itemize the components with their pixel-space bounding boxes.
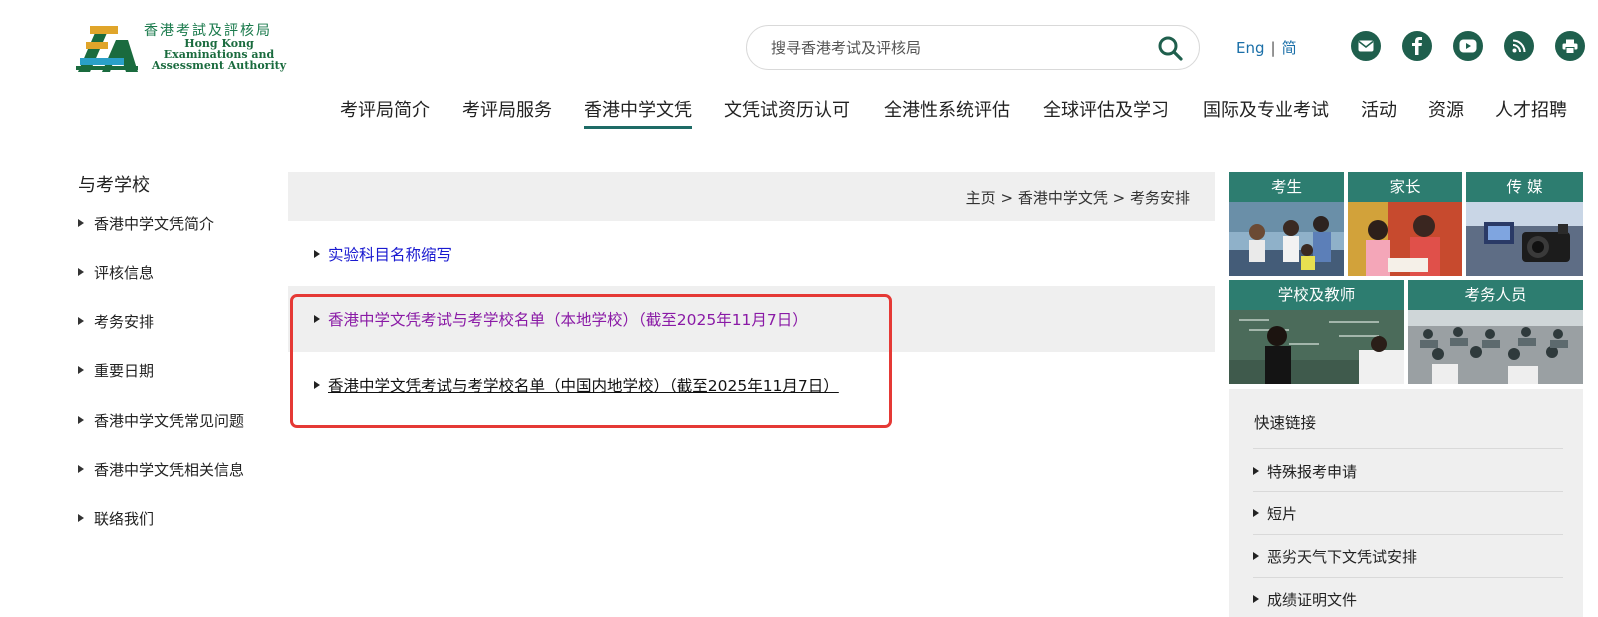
nav-item-tsa[interactable]: 全港性系统评估 [884,96,1010,122]
breadcrumb-home[interactable]: 主页 [966,189,996,207]
tile-schools-teachers[interactable]: 学校及教师 [1229,280,1404,384]
quick-link-label: 短片 [1267,505,1298,523]
quick-link-special-applications[interactable]: 特殊报考申请 [1253,461,1357,482]
schools-teachers-photo [1229,310,1404,384]
nav-item-careers[interactable]: 人才招聘 [1495,96,1567,122]
bullet-triangle-icon [78,267,84,276]
quick-link-label: 恶劣天气下文凭试安排 [1267,548,1418,566]
bullet-triangle-icon [314,314,320,323]
rss-icon[interactable] [1504,31,1534,61]
language-switcher: Eng | 简 [1236,37,1297,58]
lang-separator: | [1270,39,1276,57]
tile-media[interactable]: 传 媒 [1466,172,1583,276]
hkeaa-logo[interactable]: 香港考試及評核局 Hong Kong Examinations and Asse… [76,18,291,76]
tile-label: 传 媒 [1466,172,1583,202]
quick-links-panel: 快速链接 特殊报考申请 短片 恶劣天气下文凭试安排 成绩证明文件 [1229,389,1583,617]
hkeaa-logo-mark [76,26,138,72]
bullet-triangle-icon [314,380,320,389]
quick-link-label: 特殊报考申请 [1267,463,1358,481]
sidebar-item-label: 香港中学文凭常见问题 [94,412,245,430]
nav-item-services[interactable]: 考评局服务 [462,96,552,122]
content-link-label: 香港中学文凭考试与考学校名单（本地学校）（截至2025年11月7日） [328,311,808,329]
sidebar-item-label: 评核信息 [94,264,155,282]
sidebar-item-related-info[interactable]: 香港中学文凭相关信息 [78,459,244,480]
content-link-label: 香港中学文凭考试与考学校名单（中国内地学校）（截至2025年11月7日） [328,377,839,395]
sidebar-item-label: 重要日期 [94,362,155,380]
lang-simplified-link[interactable]: 简 [1282,39,1297,57]
search-icon[interactable] [1157,35,1183,61]
sidebar-item-faq[interactable]: 香港中学文凭常见问题 [78,410,244,431]
sidebar-item-hkdse-intro[interactable]: 香港中学文凭简介 [78,213,214,234]
nav-item-about[interactable]: 考评局简介 [340,96,430,122]
sidebar-title: 与考学校 [78,175,150,196]
sidebar-item-exam-arrangements[interactable]: 考务安排 [78,311,154,332]
sidebar-item-assessment-info[interactable]: 评核信息 [78,262,154,283]
print-icon[interactable] [1555,31,1585,61]
bullet-triangle-icon [78,513,84,522]
lang-english-link[interactable]: Eng [1236,39,1265,57]
parents-photo [1348,202,1462,276]
nav-item-global-assessment[interactable]: 全球评估及学习 [1043,96,1169,122]
bullet-triangle-icon [314,249,320,258]
nav-item-international-exams[interactable]: 国际及专业考试 [1203,96,1329,122]
sidebar-item-label: 香港中学文凭相关信息 [94,461,245,479]
content-link-mainland-schools-list[interactable]: 香港中学文凭考试与考学校名单（中国内地学校）（截至2025年11月7日） [314,374,839,396]
breadcrumb-section[interactable]: 香港中学文凭 [1018,189,1108,207]
bullet-triangle-icon [78,464,84,473]
nav-item-resources[interactable]: 资源 [1428,96,1464,122]
logo-english-text: Hong Kong Examinations and Assessment Au… [144,38,294,71]
email-icon[interactable] [1351,31,1381,61]
breadcrumb-bar: 主页 > 香港中学文凭 > 考务安排 [288,172,1215,221]
sidebar-item-contact-us[interactable]: 联络我们 [78,508,154,529]
tile-parents[interactable]: 家长 [1348,172,1462,276]
breadcrumb-separator: > [1000,189,1014,207]
media-photo [1466,202,1583,276]
content-link-label: 实验科目名称缩写 [328,246,453,264]
divider [1253,577,1563,578]
divider [1253,491,1563,492]
bullet-triangle-icon [1253,508,1259,517]
facebook-icon[interactable] [1402,31,1432,61]
tile-label: 学校及教师 [1229,280,1404,310]
candidates-photo [1229,202,1344,276]
bullet-triangle-icon [1253,466,1259,475]
quick-link-label: 成绩证明文件 [1267,591,1358,609]
nav-item-hkdse[interactable]: 香港中学文凭 [584,96,692,129]
sidebar-item-label: 联络我们 [94,510,155,528]
tile-candidates[interactable]: 考生 [1229,172,1344,276]
bullet-triangle-icon [78,415,84,424]
tile-exam-personnel[interactable]: 考务人员 [1408,280,1583,384]
nav-item-activities[interactable]: 活动 [1361,96,1397,122]
breadcrumb: 主页 > 香港中学文凭 > 考务安排 [966,187,1190,208]
tile-label: 考生 [1229,172,1344,202]
bullet-triangle-icon [78,365,84,374]
sidebar-item-important-dates[interactable]: 重要日期 [78,360,154,381]
search-bar [746,25,1200,70]
search-input[interactable] [771,26,1131,69]
logo-english-line: Assessment Authority [151,59,287,72]
breadcrumb-current: 考务安排 [1129,189,1190,207]
divider [1253,534,1563,535]
divider [1253,448,1563,449]
quick-links-title: 快速链接 [1254,414,1317,432]
quick-link-bad-weather[interactable]: 恶劣天气下文凭试安排 [1253,546,1417,567]
bullet-triangle-icon [1253,551,1259,560]
sidebar-item-label: 香港中学文凭简介 [94,215,215,233]
content-link-local-schools-list[interactable]: 香港中学文凭考试与考学校名单（本地学校）（截至2025年11月7日） [314,308,808,330]
exam-personnel-photo [1408,310,1583,384]
quick-link-videos[interactable]: 短片 [1253,503,1297,524]
bullet-triangle-icon [78,218,84,227]
sidebar-item-label: 考务安排 [94,313,155,331]
breadcrumb-separator: > [1112,189,1126,207]
bullet-triangle-icon [78,316,84,325]
quick-link-certificates[interactable]: 成绩证明文件 [1253,589,1357,610]
nav-item-recognition[interactable]: 文凭试资历认可 [724,96,850,122]
content-link-subject-abbreviations[interactable]: 实验科目名称缩写 [314,243,452,265]
tile-label: 考务人员 [1408,280,1583,310]
bullet-triangle-icon [1253,594,1259,603]
youtube-icon[interactable] [1453,31,1483,61]
tile-label: 家长 [1348,172,1462,202]
